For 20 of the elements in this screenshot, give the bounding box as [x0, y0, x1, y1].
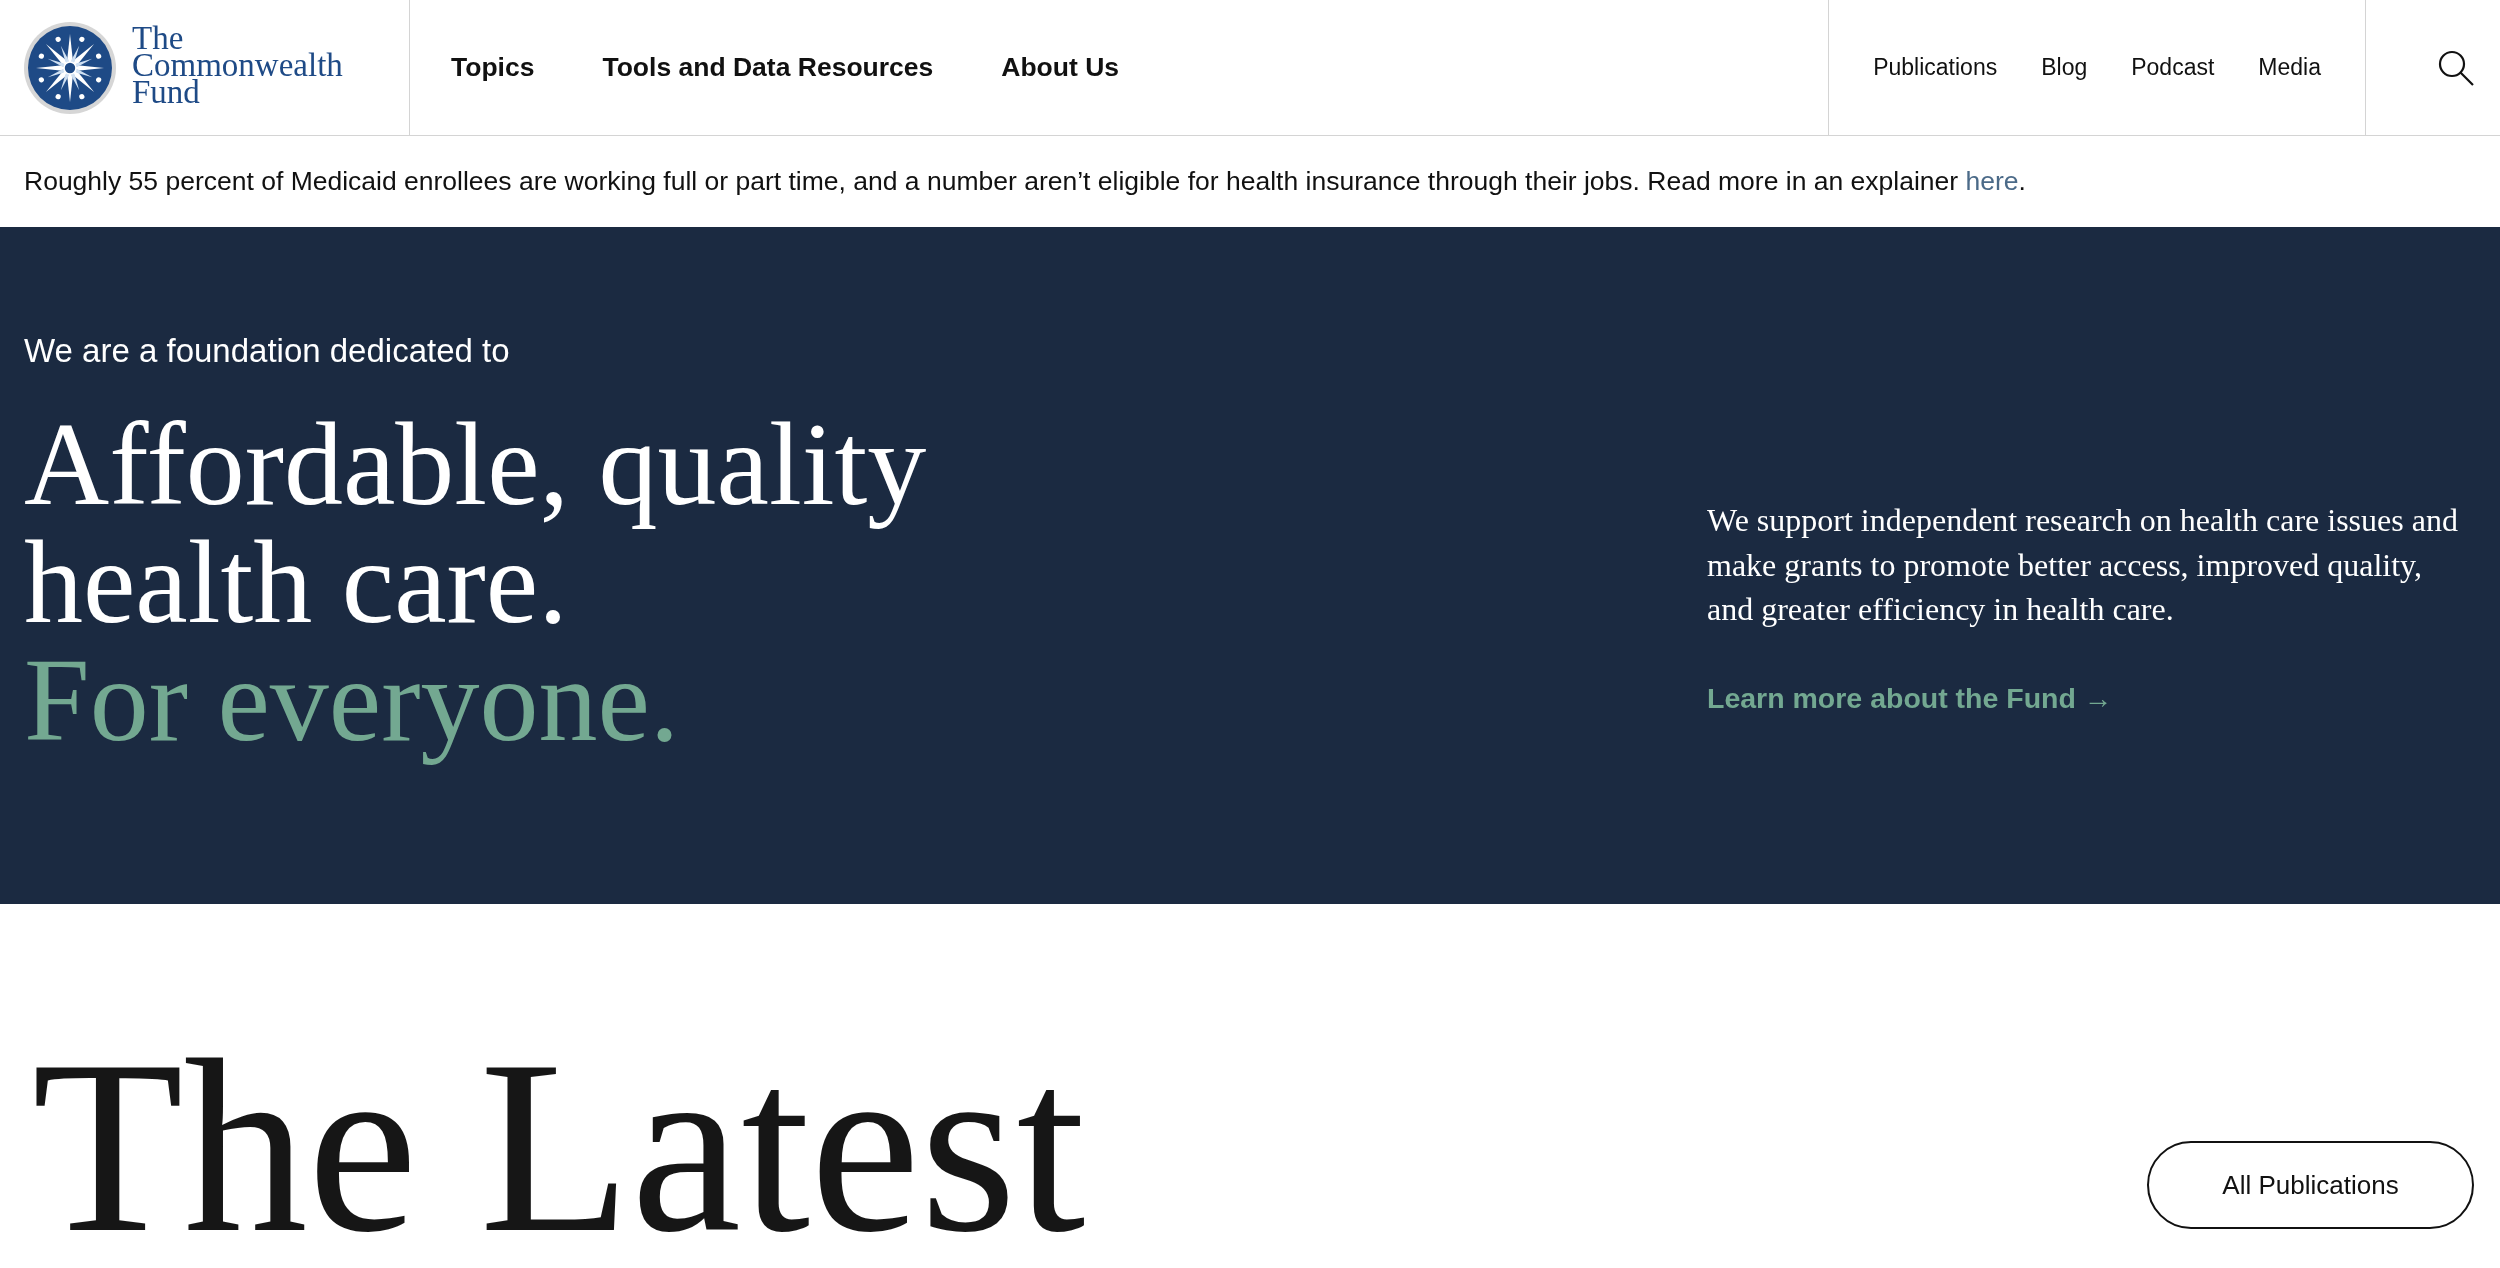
- starburst-logo-icon: [24, 21, 116, 114]
- search-button[interactable]: [2438, 49, 2474, 86]
- announcement-text: Roughly 55 percent of Medicaid enrollees are working full or part time, and a number aren’t eligible for health insurance through their jobs. Read more in an explainer here.: [24, 164, 2026, 198]
- hero-description: We support independent research on health care issues and make grants to promote better access, improved quality, and greater efficiency in health care.: [1707, 501, 2459, 630]
- explainer-link[interactable]: here: [1965, 165, 2019, 196]
- logo-wordmark[interactable]: The Commonwealth Fund: [132, 25, 343, 110]
- utility-nav-link[interactable]: Media: [2258, 50, 2321, 85]
- search-icon: [2438, 49, 2474, 86]
- latest-heading: The Latest: [32, 1037, 1086, 1257]
- utility-nav-link[interactable]: Podcast: [2131, 50, 2215, 85]
- utility-nav-link[interactable]: Blog: [2041, 50, 2088, 85]
- hero-tagline: For everyone.: [24, 642, 680, 768]
- hero-headline: Affordable, quality health care.: [24, 406, 928, 642]
- all-publications-button[interactable]: All Publications: [2147, 1141, 2474, 1229]
- learn-more-link[interactable]: Learn more about the Fund →: [1707, 679, 2113, 716]
- nav-link[interactable]: About Us: [1001, 47, 1120, 88]
- nav-link[interactable]: Tools and Data Resources: [602, 47, 934, 88]
- hero-intro: We are a foundation dedicated to: [24, 331, 510, 371]
- nav-link[interactable]: Topics: [451, 47, 535, 88]
- utility-nav-link[interactable]: Publications: [1873, 50, 1998, 85]
